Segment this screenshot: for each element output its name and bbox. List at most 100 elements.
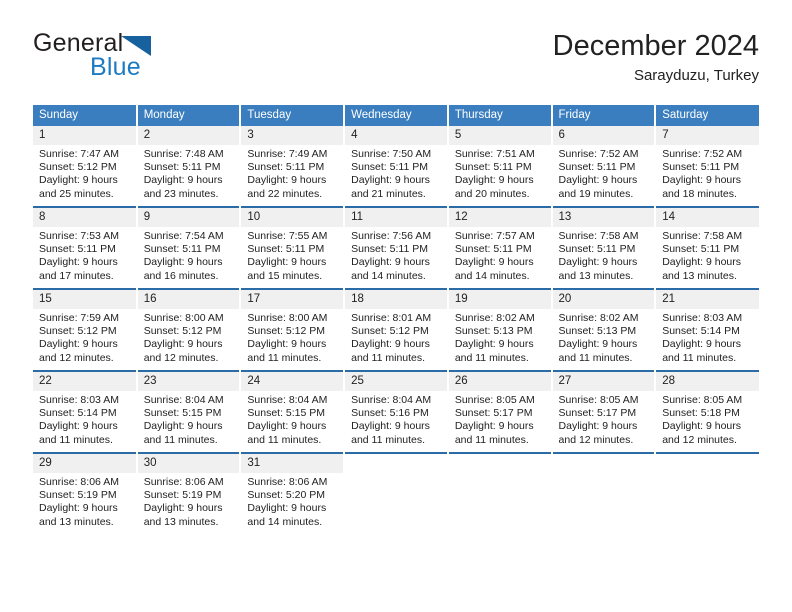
calendar-day-cell[interactable]: 30 Sunrise: 8:06 AM Sunset: 5:19 PM Dayligh… — [136, 452, 242, 534]
day-details: Sunrise: 8:03 AM Sunset: 5:14 PM Daylight:… — [33, 391, 136, 447]
day-details — [656, 473, 759, 476]
day-number — [552, 454, 655, 473]
day-number: 25 — [345, 372, 447, 391]
day-number: 3 — [241, 126, 344, 145]
day-daylight-text: and 12 minutes. — [39, 351, 114, 364]
day-daylight-text: Daylight: 9 hours — [247, 256, 327, 269]
page-header: General Blue December 2024 Sarayduzu, Tu… — [33, 28, 759, 94]
calendar-day-cell[interactable]: 25 Sunrise: 8:04 AM Sunset: 5:16 PM Dayligh… — [344, 370, 449, 453]
calendar-day-cell[interactable]: 14 Sunrise: 7:58 AM Sunset: 5:11 PM Dayligh… — [655, 206, 759, 289]
calendar-day-cell[interactable]: 16 Sunrise: 8:00 AM Sunset: 5:12 PM Dayligh… — [136, 288, 242, 371]
day-sunrise-text: Sunrise: 7:57 AM — [454, 230, 535, 242]
day-details: Sunrise: 8:02 AM Sunset: 5:13 PM Daylight:… — [449, 309, 551, 365]
day-details — [553, 473, 655, 476]
calendar-day-cell[interactable]: 8 Sunrise: 7:53 AM Sunset: 5:11 PM Daylight… — [33, 206, 138, 289]
calendar-day-cell[interactable]: 11 Sunrise: 7:56 AM Sunset: 5:11 PM Dayligh… — [344, 206, 449, 289]
calendar-week-row: 22 Sunrise: 8:03 AM Sunset: 5:14 PM Dayligh… — [33, 370, 759, 453]
day-sunrise-text: Sunrise: 8:06 AM — [39, 476, 119, 488]
day-sunrise-text: Sunrise: 7:59 AM — [39, 312, 119, 324]
day-daylight-text: and 17 minutes. — [39, 269, 114, 282]
title-block: December 2024 Sarayduzu, Turkey — [553, 28, 759, 86]
calendar-day-cell[interactable]: 12 Sunrise: 7:57 AM Sunset: 5:11 PM Dayligh… — [447, 206, 553, 289]
general-blue-logo[interactable]: General Blue — [33, 28, 273, 84]
day-details — [449, 473, 551, 476]
calendar-day-cell[interactable]: 22 Sunrise: 8:03 AM Sunset: 5:14 PM Dayligh… — [33, 370, 138, 453]
day-sunrise-text: Sunrise: 8:05 AM — [558, 394, 639, 406]
day-sunrise-text: Sunrise: 8:05 AM — [454, 394, 535, 406]
day-daylight-text: Daylight: 9 hours — [558, 338, 638, 351]
calendar-day-cell[interactable]: 18 Sunrise: 8:01 AM Sunset: 5:12 PM Dayligh… — [344, 288, 449, 371]
day-sunrise-text: Sunrise: 7:55 AM — [247, 230, 328, 242]
day-daylight-text: Daylight: 9 hours — [558, 174, 638, 187]
calendar-day-cell[interactable]: 6 Sunrise: 7:52 AM Sunset: 5:11 PM Daylight… — [551, 126, 657, 207]
day-daylight-text: and 11 minutes. — [247, 433, 322, 446]
calendar-day-cell[interactable]: 13 Sunrise: 7:58 AM Sunset: 5:11 PM Dayligh… — [551, 206, 657, 289]
page-title: December 2024 — [552, 30, 759, 62]
day-sunset-text: Sunset: 5:15 PM — [143, 407, 222, 420]
calendar-day-cell[interactable]: 7 Sunrise: 7:52 AM Sunset: 5:11 PM Daylight… — [655, 126, 759, 207]
day-sunrise-text: Sunrise: 8:03 AM — [39, 394, 119, 406]
day-sunrise-text: Sunrise: 8:06 AM — [143, 476, 224, 488]
day-daylight-text: Daylight: 9 hours — [351, 420, 430, 433]
calendar-day-cell[interactable]: 17 Sunrise: 8:00 AM Sunset: 5:12 PM Dayligh… — [240, 288, 346, 371]
day-daylight-text: Daylight: 9 hours — [143, 174, 223, 187]
calendar-day-cell[interactable]: 24 Sunrise: 8:04 AM Sunset: 5:15 PM Dayligh… — [240, 370, 346, 453]
day-sunset-text: Sunset: 5:20 PM — [247, 489, 326, 502]
calendar-day-cell[interactable]: 5 Sunrise: 7:51 AM Sunset: 5:11 PM Daylight… — [447, 126, 553, 207]
day-daylight-text: and 20 minutes. — [454, 187, 530, 200]
day-details: Sunrise: 7:58 AM Sunset: 5:11 PM Daylight:… — [553, 227, 655, 283]
day-number: 9 — [137, 208, 240, 227]
day-sunset-text: Sunset: 5:11 PM — [351, 243, 428, 256]
day-sunrise-text: Sunrise: 7:53 AM — [39, 230, 119, 242]
day-number: 12 — [448, 208, 551, 227]
calendar-day-cell[interactable]: 20 Sunrise: 8:02 AM Sunset: 5:13 PM Dayligh… — [551, 288, 657, 371]
calendar-day-cell[interactable]: 1 Sunrise: 7:47 AM Sunset: 5:12 PM Daylight… — [33, 126, 138, 207]
day-details: Sunrise: 8:06 AM Sunset: 5:19 PM Daylight:… — [33, 473, 136, 529]
calendar-day-cell[interactable]: 10 Sunrise: 7:55 AM Sunset: 5:11 PM Dayligh… — [240, 206, 346, 289]
weekday-header-saturday: Saturday — [655, 105, 759, 126]
day-number: 22 — [33, 372, 136, 391]
day-sunrise-text: Sunrise: 7:52 AM — [662, 148, 743, 160]
day-sunrise-text: Sunrise: 8:02 AM — [558, 312, 639, 324]
day-sunrise-text: Sunrise: 8:05 AM — [662, 394, 743, 406]
calendar-day-cell[interactable]: 31 Sunrise: 8:06 AM Sunset: 5:20 PM Dayligh… — [240, 452, 346, 534]
calendar-day-cell[interactable]: 4 Sunrise: 7:50 AM Sunset: 5:11 PM Daylight… — [344, 126, 449, 207]
day-sunrise-text: Sunrise: 8:03 AM — [662, 312, 743, 324]
day-sunrise-text: Sunrise: 7:52 AM — [558, 148, 639, 160]
calendar-day-cell[interactable]: 21 Sunrise: 8:03 AM Sunset: 5:14 PM Dayligh… — [655, 288, 759, 371]
calendar-day-cell[interactable]: 19 Sunrise: 8:02 AM Sunset: 5:13 PM Dayligh… — [447, 288, 553, 371]
day-daylight-text: and 16 minutes. — [143, 269, 219, 282]
calendar-day-cell[interactable]: 15 Sunrise: 7:59 AM Sunset: 5:12 PM Dayligh… — [33, 288, 138, 371]
day-daylight-text: and 11 minutes. — [351, 433, 426, 446]
day-daylight-text: and 12 minutes. — [558, 433, 634, 446]
calendar-day-cell[interactable]: 26 Sunrise: 8:05 AM Sunset: 5:17 PM Dayligh… — [447, 370, 553, 453]
day-daylight-text: Daylight: 9 hours — [39, 174, 118, 187]
day-daylight-text: Daylight: 9 hours — [454, 338, 534, 351]
day-sunset-text: Sunset: 5:11 PM — [351, 161, 428, 174]
day-daylight-text: and 12 minutes. — [662, 433, 737, 446]
calendar-week-row: 15 Sunrise: 7:59 AM Sunset: 5:12 PM Dayligh… — [33, 288, 759, 371]
day-daylight-text: Daylight: 9 hours — [143, 420, 223, 433]
day-sunset-text: Sunset: 5:11 PM — [454, 243, 532, 256]
weekday-header-sunday: Sunday — [33, 105, 138, 126]
calendar-day-cell[interactable]: 3 Sunrise: 7:49 AM Sunset: 5:11 PM Daylight… — [240, 126, 346, 207]
calendar-week-row: 29 Sunrise: 8:06 AM Sunset: 5:19 PM Dayligh… — [33, 452, 759, 534]
day-daylight-text: and 19 minutes. — [558, 187, 634, 200]
day-number: 31 — [241, 454, 344, 473]
calendar-day-cell[interactable]: 2 Sunrise: 7:48 AM Sunset: 5:11 PM Daylight… — [136, 126, 242, 207]
day-details: Sunrise: 8:01 AM Sunset: 5:12 PM Daylight:… — [345, 309, 447, 365]
day-daylight-text: Daylight: 9 hours — [143, 502, 223, 515]
calendar-day-cell[interactable]: 23 Sunrise: 8:04 AM Sunset: 5:15 PM Dayligh… — [136, 370, 242, 453]
day-number: 4 — [345, 126, 447, 145]
day-sunset-text: Sunset: 5:11 PM — [247, 161, 325, 174]
day-sunset-text: Sunset: 5:15 PM — [247, 407, 326, 420]
day-sunset-text: Sunset: 5:14 PM — [662, 325, 740, 338]
calendar-day-cell[interactable]: 27 Sunrise: 8:05 AM Sunset: 5:17 PM Dayligh… — [551, 370, 657, 453]
day-details: Sunrise: 8:04 AM Sunset: 5:15 PM Daylight:… — [138, 391, 240, 447]
calendar-day-cell[interactable]: 9 Sunrise: 7:54 AM Sunset: 5:11 PM Daylight… — [136, 206, 242, 289]
calendar-day-cell-empty — [344, 452, 449, 534]
day-sunset-text: Sunset: 5:16 PM — [351, 407, 429, 420]
calendar-day-cell[interactable]: 29 Sunrise: 8:06 AM Sunset: 5:19 PM Dayligh… — [33, 452, 138, 534]
calendar-day-cell[interactable]: 28 Sunrise: 8:05 AM Sunset: 5:18 PM Dayligh… — [655, 370, 759, 453]
day-details: Sunrise: 7:55 AM Sunset: 5:11 PM Daylight:… — [241, 227, 343, 283]
